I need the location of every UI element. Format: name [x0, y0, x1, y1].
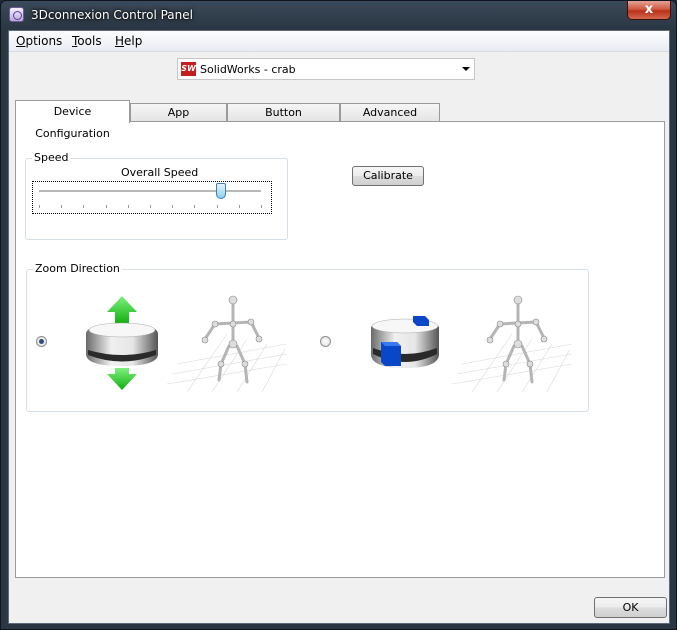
slider-tick [83, 205, 84, 208]
close-button[interactable]: x [627, 1, 671, 20]
tab-device-configuration[interactable]: Device Configuration [15, 100, 130, 140]
chevron-down-icon[interactable] [462, 67, 470, 71]
overall-speed-slider[interactable] [32, 181, 272, 214]
menu-tools[interactable]: Tools [72, 34, 102, 48]
speed-group-label: Speed [32, 151, 71, 164]
slider-thumb[interactable] [216, 183, 226, 199]
zoom-up-down-radio[interactable] [36, 336, 47, 347]
menu-options[interactable]: Options [16, 34, 62, 48]
zoom-direction-group-label: Zoom Direction [33, 262, 122, 275]
app-window: 3Dconnexion Control Panel x Options Tool… [0, 0, 677, 630]
client-area: Options Tools Help SW SolidWorks - crab … [8, 30, 670, 624]
speed-group: Speed Overall Speed [25, 151, 288, 240]
menu-options-label: ptions [25, 34, 63, 48]
slider-tick [106, 205, 107, 208]
zoom-push-pull-radio[interactable] [320, 336, 331, 347]
menu-help[interactable]: Help [115, 34, 142, 48]
slider-tick [128, 205, 129, 208]
menu-tools-label: ools [77, 34, 102, 48]
tab-advanced-settings[interactable]: Advanced Settings [340, 103, 440, 137]
slider-tick [217, 205, 218, 208]
zoom-direction-group: Zoom Direction [26, 262, 589, 412]
slider-tick [61, 205, 62, 208]
slider-tick [194, 205, 195, 208]
application-select-value: SolidWorks - crab [200, 63, 296, 76]
application-select[interactable]: SW SolidWorks - crab [177, 58, 475, 80]
slider-tick [239, 205, 240, 208]
slider-tick [261, 205, 262, 208]
close-icon: x [644, 2, 654, 17]
stick-figure-grid-left-illustration [167, 295, 287, 393]
slider-tick [39, 205, 40, 208]
tab-app-configuration[interactable]: App Configuration [130, 103, 227, 137]
controller-up-down-illustration [86, 296, 158, 390]
calibrate-button[interactable]: Calibrate [352, 166, 424, 186]
window-title: 3Dconnexion Control Panel [31, 8, 193, 22]
3dconnexion-app-icon [9, 7, 24, 22]
ok-button[interactable]: OK [594, 597, 667, 618]
slider-tick [172, 205, 173, 208]
slider-tick [150, 205, 151, 208]
title-bar[interactable]: 3Dconnexion Control Panel x [1, 1, 676, 30]
device-configuration-panel: Speed Overall Speed Calibrate Zoom Direc… [15, 121, 665, 578]
controller-push-pull-illustration [371, 316, 439, 368]
solidworks-logo-icon: SW [181, 62, 196, 76]
stick-figure-grid-right-illustration [452, 295, 572, 393]
overall-speed-label: Overall Speed [121, 166, 199, 179]
tab-button-configuration[interactable]: Button Configuration [227, 103, 340, 137]
menu-help-label: elp [124, 34, 143, 48]
menu-help-mnemonic: H [115, 34, 125, 48]
menu-bar: Options Tools Help [9, 31, 669, 52]
slider-track [39, 190, 261, 193]
